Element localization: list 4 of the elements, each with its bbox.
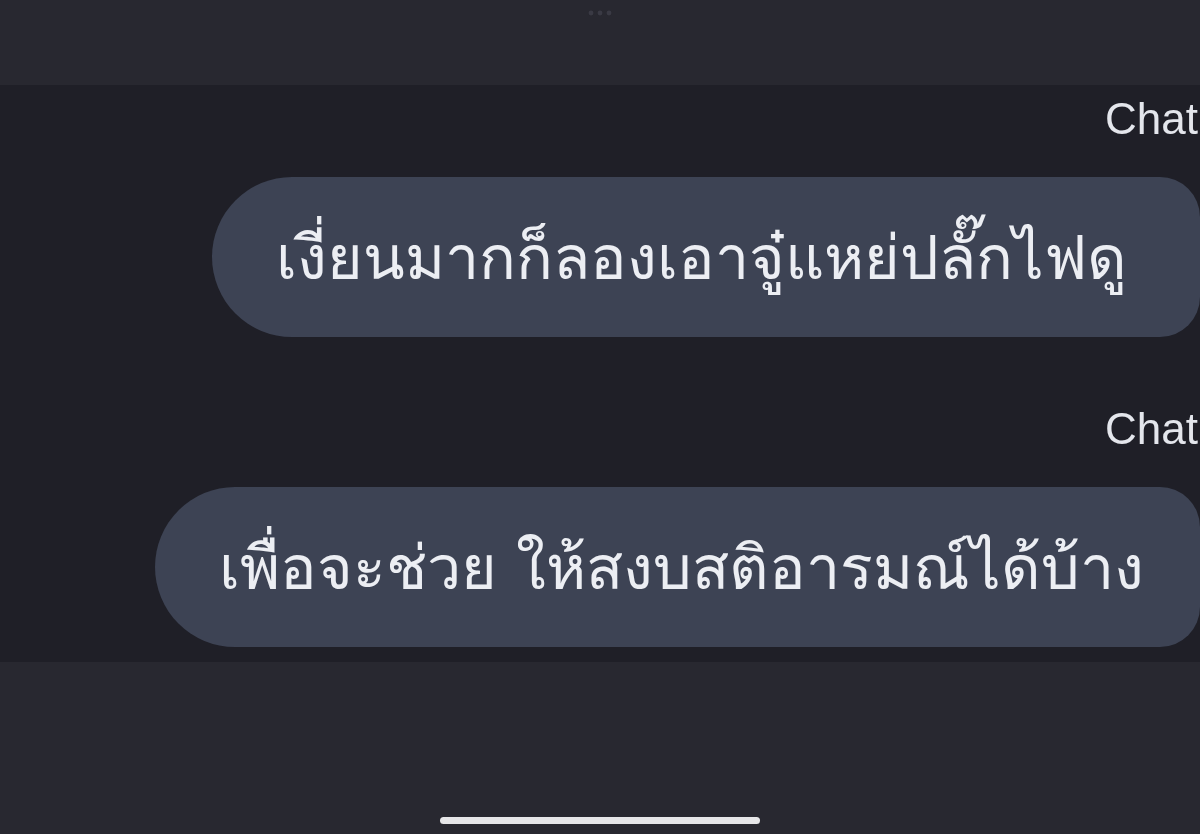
message-bubble: เพื่อจะช่วย ให้สงบสติอารมณ์ได้บ้าง <box>155 487 1200 647</box>
sender-label: Chat <box>1105 407 1199 451</box>
sender-label: Chat <box>1105 97 1199 141</box>
message-bubble: เงี่ยนมากก็ลองเอาจู๋แหย่ปลั๊กไฟดู <box>212 177 1200 337</box>
